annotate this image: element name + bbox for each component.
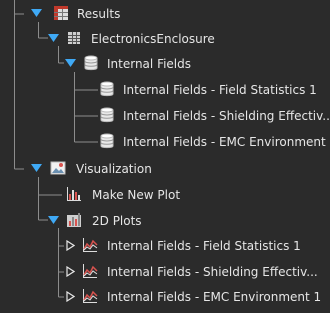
tree-node-plot-field-statistics[interactable]: Internal Fields - Field Statistics 1 [0, 235, 330, 257]
expanded-arrow-icon[interactable] [31, 164, 42, 173]
table-icon [54, 6, 68, 20]
tree-node-plot-shielding-effectiveness[interactable]: Internal Fields - Shielding Effectiv... [0, 261, 330, 283]
tree-node-label: Internal Fields - Shielding Effectiv... [123, 109, 330, 123]
line-plot-icon [83, 264, 98, 278]
tree-node-label: Results [77, 7, 121, 21]
line-plot-icon [83, 289, 98, 303]
tree-node-results[interactable]: Results [0, 3, 330, 25]
folder-chart-icon [67, 213, 81, 227]
expanded-arrow-icon[interactable] [65, 59, 76, 68]
expanded-arrow-icon[interactable] [48, 34, 59, 43]
image-icon [50, 161, 66, 175]
collapsed-arrow-icon[interactable] [66, 291, 75, 302]
tree-node-label: Internal Fields - EMC Environment 1 [107, 290, 322, 304]
bar-chart-icon [67, 187, 81, 201]
grid-table-icon [68, 32, 80, 44]
tree-node-dataset-shielding-effectiveness[interactable]: Internal Fields - Shielding Effectiv... [0, 105, 330, 127]
tree-node-dataset-emc-environment[interactable]: Internal Fields - EMC Environment 1 [0, 131, 330, 153]
line-plot-icon [83, 238, 98, 252]
tree-node-label: 2D Plots [92, 214, 142, 228]
tree-node-label: Internal Fields [107, 57, 192, 71]
database-icon [100, 133, 114, 149]
collapsed-arrow-icon[interactable] [66, 266, 75, 277]
results-tree: Results ElectronicsEnclosure Internal Fi… [0, 0, 330, 313]
tree-node-2d-plots[interactable]: 2D Plots [0, 210, 330, 232]
expanded-arrow-icon[interactable] [48, 216, 59, 225]
expanded-arrow-icon[interactable] [31, 9, 42, 18]
tree-node-label: Internal Fields - EMC Environment 1 [123, 135, 330, 149]
database-icon [100, 81, 114, 97]
database-icon [84, 55, 98, 71]
tree-node-internal-fields[interactable]: Internal Fields [0, 53, 330, 75]
tree-node-plot-emc-environment[interactable]: Internal Fields - EMC Environment 1 [0, 286, 330, 308]
tree-node-label: ElectronicsEnclosure [91, 32, 215, 46]
tree-node-label: Internal Fields - Shielding Effectiv... [107, 265, 318, 279]
tree-node-label: Visualization [76, 162, 152, 176]
tree-node-label: Make New Plot [92, 188, 181, 202]
database-icon [100, 107, 114, 123]
tree-node-dataset-field-statistics[interactable]: Internal Fields - Field Statistics 1 [0, 79, 330, 101]
tree-node-electronics-enclosure[interactable]: ElectronicsEnclosure [0, 28, 330, 50]
tree-node-make-new-plot[interactable]: Make New Plot [0, 184, 330, 206]
tree-node-label: Internal Fields - Field Statistics 1 [123, 83, 317, 97]
tree-node-label: Internal Fields - Field Statistics 1 [107, 239, 301, 253]
collapsed-arrow-icon[interactable] [66, 240, 75, 251]
tree-node-visualization[interactable]: Visualization [0, 158, 330, 180]
